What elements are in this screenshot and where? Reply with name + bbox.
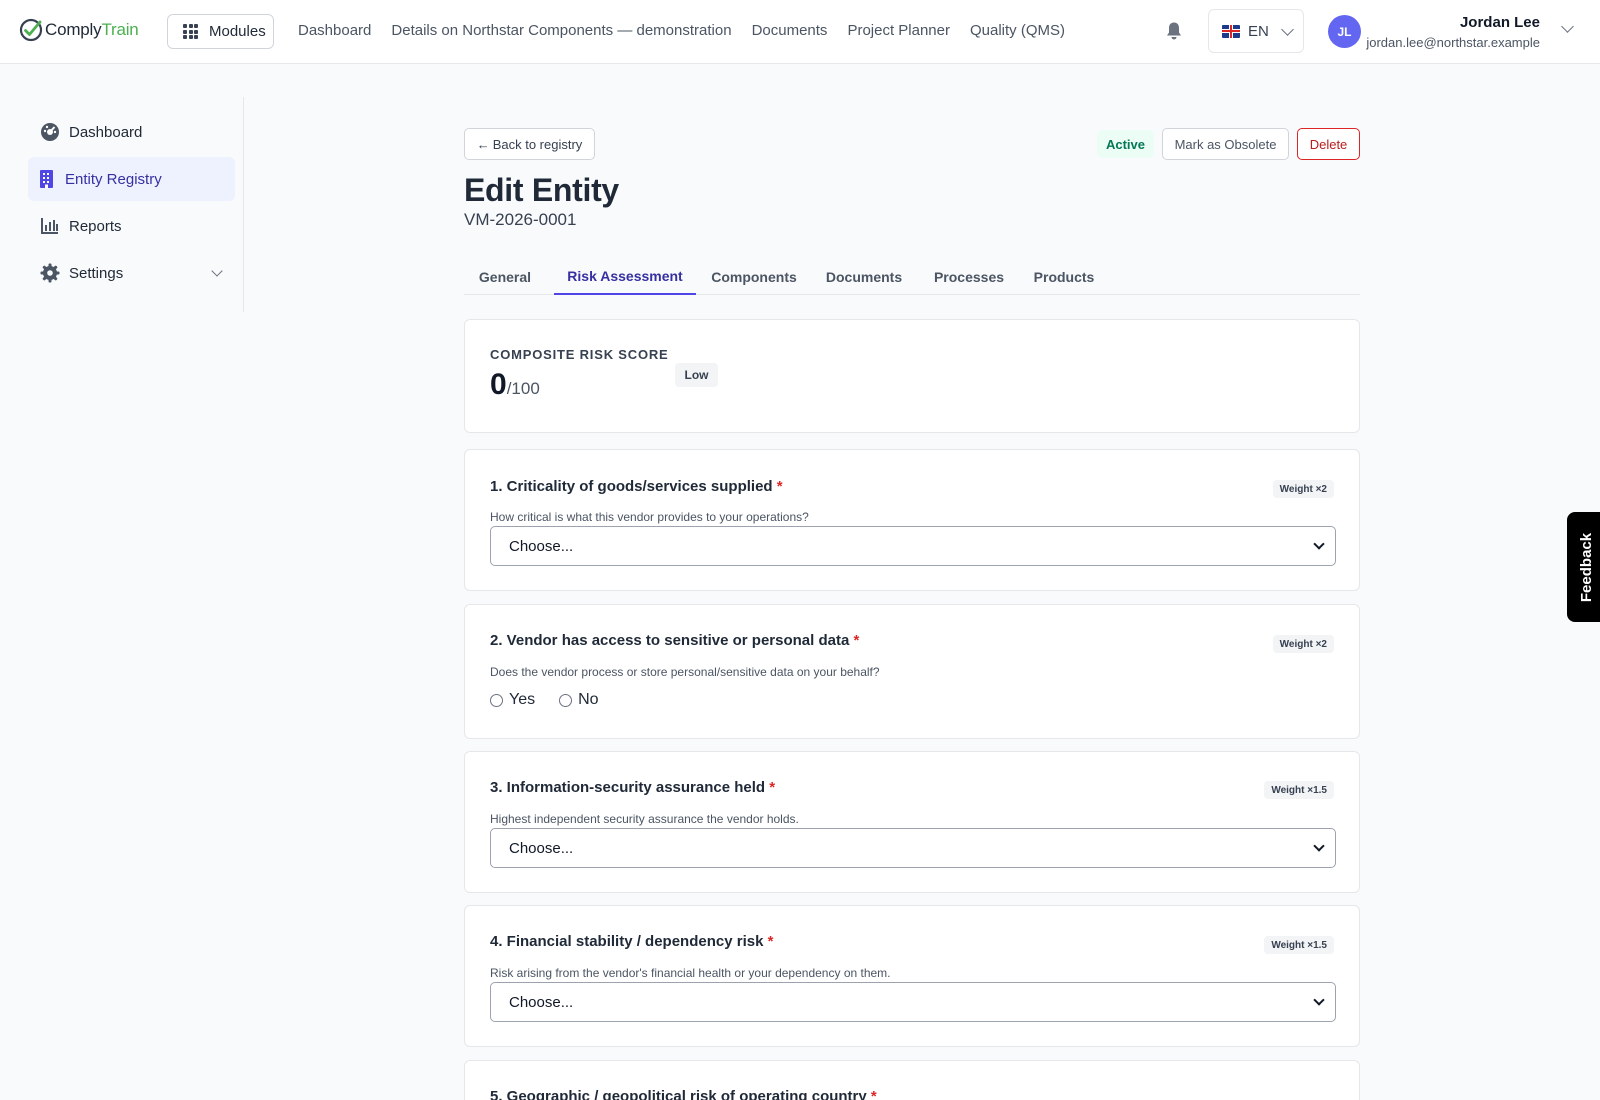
question-title: 1. Criticality of goods/services supplie… xyxy=(490,478,783,495)
radio-circle-icon[interactable] xyxy=(490,693,503,707)
modules-button[interactable]: Modules xyxy=(167,14,274,49)
user-menu-chevron-icon[interactable] xyxy=(1561,20,1574,33)
feedback-tab[interactable]: Feedback xyxy=(1567,512,1600,622)
modules-label: Modules xyxy=(209,23,266,40)
weight-badge: Weight ×2 xyxy=(1272,635,1334,653)
chevron-down-icon xyxy=(211,265,223,277)
nav-link-project-planner[interactable]: Project Planner xyxy=(847,22,950,39)
chevron-down-icon xyxy=(1280,22,1294,36)
logo-text: ComplyTrain xyxy=(45,20,139,39)
tab-documents[interactable]: Documents xyxy=(814,259,914,295)
page-title: Edit Entity xyxy=(464,172,619,208)
sidebar-item-label: Settings xyxy=(69,264,124,282)
entity-id: VM-2026-0001 xyxy=(464,210,577,229)
financial-stability-select[interactable]: Choose... xyxy=(490,982,1336,1022)
user-name: Jordan Lee xyxy=(1459,14,1540,31)
status-badge: Active xyxy=(1097,130,1154,158)
user-email: jordan.lee@northstar.example xyxy=(1366,35,1540,50)
radio-circle-icon[interactable] xyxy=(559,693,573,707)
question-help: Risk arising from the vendor's financial… xyxy=(490,966,891,980)
sidebar-item-label: Dashboard xyxy=(69,123,143,141)
grid-icon xyxy=(183,24,198,39)
sidebar-item-dashboard[interactable]: Dashboard xyxy=(28,110,235,154)
question-title: 5. Geographic / geopolitical risk of ope… xyxy=(490,1088,877,1100)
radio-no[interactable]: No xyxy=(559,691,599,709)
back-label: Back to registry xyxy=(492,136,583,152)
tab-general[interactable]: General xyxy=(464,259,546,295)
nav-link-documents[interactable]: Documents xyxy=(752,22,828,39)
nav-link-entity-details[interactable]: Details on Northstar Components — demons… xyxy=(391,22,731,39)
sensitive-data-radio-group: Yes No xyxy=(490,691,599,709)
bar-chart-icon xyxy=(41,218,58,234)
language-label: EN xyxy=(1248,22,1269,40)
question-help: How critical is what this vendor provide… xyxy=(490,510,809,524)
delete-button[interactable]: Delete xyxy=(1297,128,1360,160)
radio-label: No xyxy=(578,691,599,708)
tab-risk-assessment[interactable]: Risk Assessment xyxy=(554,259,696,295)
chevron-down-icon xyxy=(1313,538,1325,550)
nav-link-dashboard[interactable]: Dashboard xyxy=(298,22,371,39)
sidebar-item-settings[interactable]: Settings xyxy=(28,251,235,295)
weight-badge: Weight ×1.5 xyxy=(1264,781,1334,799)
dashboard-icon xyxy=(41,123,59,141)
question-card-4: 4. Financial stability / dependency risk… xyxy=(464,905,1360,1047)
tab-components[interactable]: Components xyxy=(704,259,804,295)
top-bar: ComplyTrain Modules Dashboard Details on… xyxy=(0,0,1600,64)
feedback-label: Feedback xyxy=(1578,532,1596,602)
weight-badge: Weight ×2 xyxy=(1272,480,1334,498)
mark-obsolete-button[interactable]: Mark as Obsolete xyxy=(1162,128,1289,160)
sidebar-item-label: Entity Registry xyxy=(65,170,162,188)
select-value: Choose... xyxy=(509,839,574,857)
arrow-left-icon: ← xyxy=(476,136,490,152)
radio-yes[interactable]: Yes xyxy=(490,691,535,709)
criticality-select[interactable]: Choose... xyxy=(490,526,1336,566)
weight-badge: Weight ×1.5 xyxy=(1264,936,1334,954)
question-title: 3. Information-security assurance held * xyxy=(490,779,776,796)
security-assurance-select[interactable]: Choose... xyxy=(490,828,1336,868)
avatar[interactable]: JL xyxy=(1328,15,1361,48)
gear-icon xyxy=(40,263,60,283)
select-value: Choose... xyxy=(509,993,574,1011)
nav-link-quality[interactable]: Quality (QMS) xyxy=(970,22,1065,39)
score-label: COMPOSITE RISK SCORE xyxy=(490,347,669,362)
tab-bar: General Risk Assessment Components Docum… xyxy=(464,259,1360,295)
tab-processes[interactable]: Processes xyxy=(924,259,1014,295)
language-selector[interactable]: EN xyxy=(1208,9,1304,53)
chevron-down-icon xyxy=(1313,994,1325,1006)
chevron-down-icon xyxy=(1313,840,1325,852)
composite-score-card: COMPOSITE RISK SCORE 0/100 Low xyxy=(464,319,1360,433)
sidebar-item-label: Reports xyxy=(69,217,122,235)
question-help: Does the vendor process or store persona… xyxy=(490,665,880,679)
back-to-registry-button[interactable]: ← Back to registry xyxy=(464,128,595,160)
question-card-1: 1. Criticality of goods/services supplie… xyxy=(464,449,1360,591)
question-card-3: 3. Information-security assurance held *… xyxy=(464,751,1360,893)
tab-products[interactable]: Products xyxy=(1024,259,1104,295)
sidebar: Dashboard Entity Registry Reports Settin… xyxy=(28,97,244,312)
question-title: 4. Financial stability / dependency risk… xyxy=(490,933,774,950)
sidebar-item-reports[interactable]: Reports xyxy=(28,204,235,248)
top-nav: Dashboard Details on Northstar Component… xyxy=(298,22,1065,39)
question-card-5: 5. Geographic / geopolitical risk of ope… xyxy=(464,1060,1360,1100)
question-help: Highest independent security assurance t… xyxy=(490,812,799,826)
question-title: 2. Vendor has access to sensitive or per… xyxy=(490,632,860,649)
logo[interactable]: ComplyTrain xyxy=(19,18,139,42)
sidebar-item-entity-registry[interactable]: Entity Registry xyxy=(28,157,235,201)
building-icon xyxy=(40,170,53,188)
bell-icon[interactable] xyxy=(1165,21,1183,41)
select-value: Choose... xyxy=(509,537,574,555)
question-card-2: 2. Vendor has access to sensitive or per… xyxy=(464,604,1360,739)
uk-flag-icon xyxy=(1222,24,1240,38)
risk-level-badge: Low xyxy=(675,363,718,387)
radio-label: Yes xyxy=(509,691,536,708)
check-logo-icon xyxy=(19,18,43,42)
score-value: 0/100 xyxy=(490,368,540,401)
